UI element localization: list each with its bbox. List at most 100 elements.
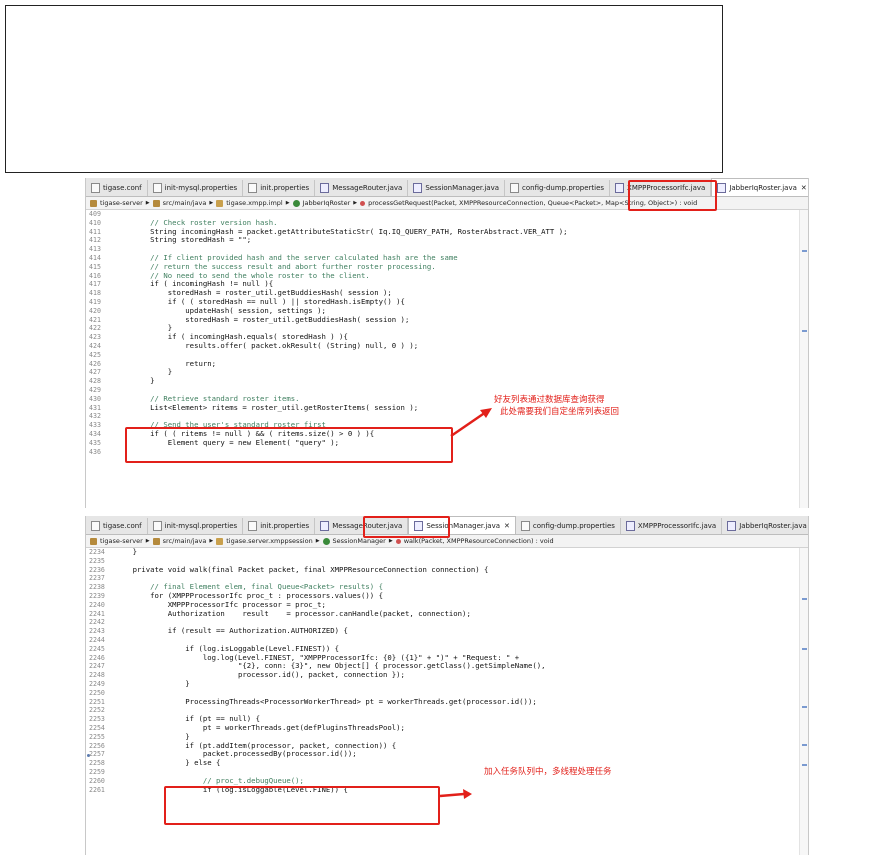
file-icon	[152, 183, 162, 193]
code-line: 421 storedHash = roster_util.getBuddiesH…	[86, 315, 808, 325]
line-number: 434	[89, 429, 101, 438]
tab-xmppprocessorifc-java[interactable]: XMPPProcessorIfc.java	[621, 518, 723, 534]
line-number: 2237	[89, 574, 105, 583]
code-text: // Retrieve standard roster items.	[115, 393, 300, 403]
breadcrumb-item[interactable]: tigase.xmpp.impl	[226, 199, 282, 207]
line-number: 432	[89, 412, 101, 421]
line-number: 2260	[89, 776, 105, 785]
code-text: // Check roster version hash.	[115, 217, 278, 227]
line-number: 2249	[89, 679, 105, 688]
tab-label: JabberIqRoster.java	[729, 183, 797, 192]
annotation-task-queue: 加入任务队列中，多线程处理任务	[484, 766, 612, 778]
line-number: 2240	[89, 600, 105, 609]
close-icon[interactable]: ✕	[504, 522, 510, 530]
blank-frame	[5, 5, 723, 173]
project-icon	[90, 537, 97, 545]
code-text: }	[115, 376, 155, 386]
tab-label: tigase.conf	[103, 522, 142, 530]
tab-sessionmanager-java[interactable]: SessionManager.java	[408, 180, 505, 196]
code-editor[interactable]: 409 410 // Check roster version hash. 411 …	[86, 210, 808, 508]
line-number: 416	[89, 271, 101, 280]
annotation-line: 好友列表通过数据库查询获得	[494, 395, 605, 405]
line-number: 2255	[89, 732, 105, 741]
line-number: 2238	[89, 583, 105, 592]
ruler-marker[interactable]	[802, 250, 807, 252]
breadcrumb-item[interactable]: JabberIqRoster	[303, 199, 351, 207]
code-line: 412 String storedHash = "";	[86, 235, 808, 245]
line-number: 420	[89, 306, 101, 315]
code-text: }	[115, 323, 173, 333]
code-line: 431 List<Element> ritems = roster_util.g…	[86, 403, 808, 413]
tab-jabberiqroster-java[interactable]: JabberIqRoster.java ✕	[711, 178, 808, 196]
chevron-right-icon: ▶	[209, 538, 214, 544]
line-number: 423	[89, 333, 101, 342]
code-text: for (XMPPProcessorIfc proc_t : processor…	[115, 590, 383, 600]
highlight-active-tab-jabberiqroster	[628, 180, 717, 211]
close-icon[interactable]: ✕	[801, 184, 807, 192]
class-icon	[322, 537, 330, 545]
line-number: 431	[89, 403, 101, 412]
line-number: 413	[89, 245, 101, 254]
code-line: 426 return;	[86, 359, 808, 369]
package-icon	[216, 537, 224, 545]
code-text: if (log.isLoggable(Level.FINEST)) {	[115, 643, 340, 653]
highlight-get-roster-items	[125, 427, 453, 463]
line-number: 2248	[89, 671, 105, 680]
line-number: 411	[89, 227, 101, 236]
breadcrumb-item[interactable]: src/main/java	[163, 537, 207, 545]
file-icon	[248, 521, 258, 531]
tab-init-mysql-properties[interactable]: init-mysql.properties	[148, 180, 244, 196]
breadcrumb-item[interactable]: tigase-server	[100, 537, 143, 545]
ruler-marker[interactable]	[802, 598, 807, 600]
ruler-marker[interactable]	[802, 330, 807, 332]
project-icon	[90, 199, 97, 207]
breadcrumb-item[interactable]: src/main/java	[163, 199, 207, 207]
overview-ruler[interactable]	[799, 548, 808, 855]
tab-tigase-conf[interactable]: tigase.conf	[86, 518, 148, 534]
line-number: 415	[89, 262, 101, 271]
highlight-add-item	[164, 786, 440, 825]
code-text: Authorization result = processor.canHand…	[115, 608, 471, 618]
tab-messagerouter-java[interactable]: MessageRouter.java	[315, 180, 409, 196]
method-icon	[360, 200, 366, 206]
code-line: 427 }	[86, 367, 808, 377]
ruler-marker[interactable]	[802, 764, 807, 766]
ruler-marker[interactable]	[802, 648, 807, 650]
tab-init-mysql-properties[interactable]: init-mysql.properties	[148, 518, 244, 534]
code-line: 424 results.offer( packet.okResult( (Str…	[86, 341, 808, 351]
tab-init-properties[interactable]: init.properties	[243, 180, 316, 196]
line-number: 2250	[89, 688, 105, 697]
tab-tigase-conf[interactable]: tigase.conf	[86, 180, 148, 196]
ruler-marker[interactable]	[802, 744, 807, 746]
tab-label: MessageRouter.java	[332, 184, 403, 192]
code-text: if (result == Authorization.AUTHORIZED) …	[115, 626, 348, 636]
breadcrumb-item[interactable]: walk(Packet, XMPPResourceConnection) : v…	[404, 537, 554, 545]
chevron-right-icon: ▶	[145, 538, 150, 544]
class-icon	[292, 199, 300, 207]
file-icon	[248, 183, 258, 193]
line-number: 409	[89, 210, 101, 218]
line-number: 2253	[89, 715, 105, 724]
breadcrumb-item[interactable]: tigase-server	[100, 199, 143, 207]
line-number: 2243	[89, 627, 105, 636]
file-icon	[520, 521, 530, 531]
code-text: // If client provided hash and the serve…	[115, 252, 458, 262]
overview-ruler[interactable]	[799, 210, 808, 508]
code-line: 2258 } else {	[86, 758, 808, 768]
tab-config-dump-properties[interactable]: config-dump.properties	[505, 180, 611, 196]
breadcrumb-item[interactable]: SessionManager	[333, 537, 386, 545]
breadcrumb-item[interactable]: tigase.server.xmppsession	[226, 537, 312, 545]
java-file-icon	[413, 183, 423, 193]
tab-config-dump-properties[interactable]: config-dump.properties	[516, 518, 621, 534]
code-text: if (pt == null) {	[115, 714, 260, 724]
java-file-icon	[615, 183, 625, 193]
java-file-icon	[320, 521, 330, 531]
code-text: XMPPProcessorIfc processor = proc_t;	[115, 599, 326, 609]
tab-init-properties[interactable]: init.properties	[243, 518, 316, 534]
line-number: 2256	[89, 741, 105, 750]
tab-label: init-mysql.properties	[164, 522, 238, 530]
ruler-marker[interactable]	[802, 706, 807, 708]
arrow-icon	[439, 789, 472, 799]
tab-jabberiqroster-java[interactable]: JabberIqRoster.java	[722, 518, 808, 534]
line-number: 417	[89, 280, 101, 289]
